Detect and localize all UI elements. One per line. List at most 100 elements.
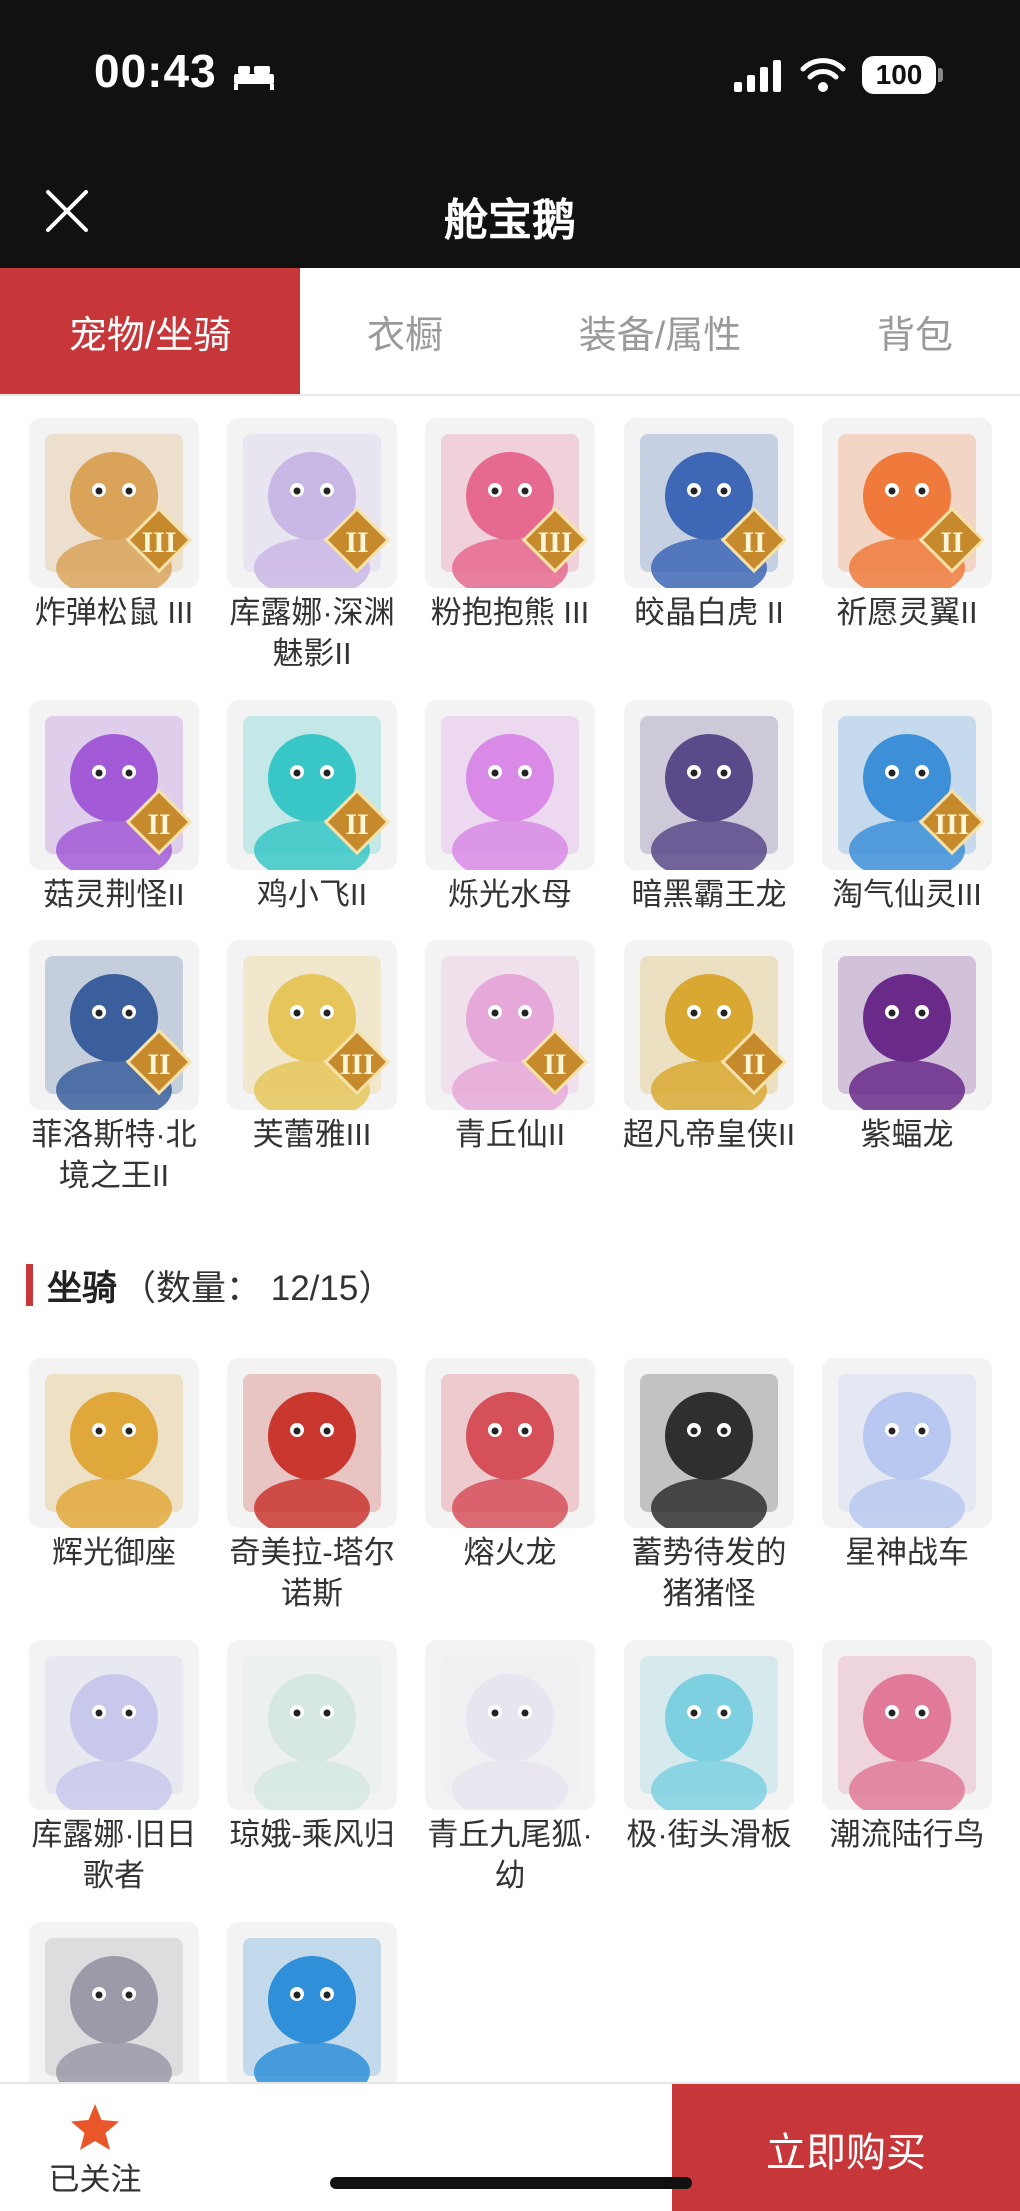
pet-thumbnail: II [227, 418, 397, 588]
character-portrait-icon: II [45, 716, 193, 870]
pet-thumbnail: II [425, 940, 595, 1110]
section-title: 坐骑 [47, 1268, 118, 1308]
character-portrait-icon [441, 1656, 579, 1810]
svg-text:II: II [940, 526, 963, 559]
page-title: 舱宝鹅 [444, 196, 576, 245]
pet-thumbnail: II [822, 418, 992, 588]
buy-now-button[interactable]: 立即购买 [672, 2084, 1020, 2211]
mount-name: 辉光御座 [52, 1535, 176, 1570]
pet-item[interactable]: II 鸡小飞II [224, 700, 400, 915]
pet-thumbnail [624, 700, 794, 870]
svg-text:III: III [934, 808, 969, 841]
character-portrait-icon [640, 1656, 778, 1810]
pet-thumbnail: II [29, 700, 199, 870]
character-portrait-icon [640, 1374, 778, 1528]
mount-name: 奇美拉-塔尔诺斯 [229, 1535, 395, 1611]
pet-item[interactable]: 烁光水母 [422, 700, 598, 915]
tab-equipment-attributes[interactable]: 装备/属性 [530, 268, 790, 394]
pet-item[interactable]: II 青丘仙II [422, 940, 598, 1155]
title-bar: 舱宝鹅 [0, 150, 1020, 268]
mount-name: 蓄势待发的猪猪怪 [631, 1535, 787, 1611]
mount-item[interactable]: 蓄势待发的猪猪怪 [621, 1358, 797, 1614]
section-count: （数量： 12/15） [121, 1268, 394, 1308]
mount-item[interactable]: 星神战车 [819, 1358, 995, 1573]
mount-name: 琼娥-乘风归 [229, 1817, 395, 1852]
pet-item[interactable]: III 粉抱抱熊 III [422, 418, 598, 633]
pet-name: 粉抱抱熊 III [430, 595, 590, 630]
pet-item[interactable]: II 超凡帝皇侠II [621, 940, 797, 1155]
mount-item[interactable] [224, 1922, 400, 2082]
character-portrait-icon [45, 1374, 183, 1528]
wifi-icon [800, 58, 846, 92]
star-icon [71, 2104, 119, 2150]
pet-item[interactable]: II 祈愿灵翼II [819, 418, 995, 633]
mount-thumbnail [624, 1640, 794, 1810]
tab-wardrobe[interactable]: 衣橱 [300, 268, 510, 394]
pet-name: 库露娜·深渊魅影II [229, 595, 395, 671]
pet-thumbnail: III [29, 418, 199, 588]
svg-text:II: II [147, 1048, 170, 1081]
character-portrait-icon [441, 1374, 579, 1528]
pet-name: 芙蕾雅III [252, 1117, 372, 1152]
mount-name: 库露娜·旧日歌者 [31, 1817, 197, 1893]
mount-item[interactable]: 奇美拉-塔尔诺斯 [224, 1358, 400, 1614]
character-portrait-icon: III [243, 956, 391, 1110]
tab-backpack[interactable]: 背包 [820, 268, 1010, 394]
follow-label: 已关注 [48, 2162, 142, 2197]
mount-item[interactable]: 极·街头滑板 [621, 1640, 797, 1855]
battery-indicator: 100 [862, 56, 936, 94]
character-portrait-icon: II [243, 716, 391, 870]
mount-thumbnail [822, 1358, 992, 1528]
pet-item[interactable]: II 皎晶白虎 II [621, 418, 797, 633]
character-portrait-icon [243, 1938, 381, 2082]
pet-name: 青丘仙II [454, 1117, 566, 1152]
pet-name: 超凡帝皇侠II [622, 1117, 796, 1152]
svg-text:II: II [147, 808, 170, 841]
svg-text:II: II [742, 526, 765, 559]
mount-item[interactable]: 潮流陆行鸟 [819, 1640, 995, 1855]
battery-level: 100 [875, 59, 923, 90]
character-portrait-icon: III [838, 716, 986, 870]
character-portrait-icon [45, 1656, 183, 1810]
pet-item[interactable]: II 菲洛斯特·北境之王II [26, 940, 202, 1196]
mount-name: 星神战车 [845, 1535, 969, 1570]
pet-item[interactable]: III 淘气仙灵III [819, 700, 995, 915]
pet-item[interactable]: III 芙蕾雅III [224, 940, 400, 1155]
mount-thumbnail [227, 1358, 397, 1528]
mount-item[interactable]: 库露娜·旧日歌者 [26, 1640, 202, 1896]
status-bar: 00:43 100 [0, 0, 1020, 150]
pet-item[interactable]: III 炸弹松鼠 III [26, 418, 202, 633]
pet-item[interactable]: 紫蝠龙 [819, 940, 995, 1155]
content-area: III 炸弹松鼠 III II 库露娜·深渊魅影II III 粉抱抱熊 III II 皎晶白虎… [0, 396, 1020, 2082]
pet-thumbnail: II [624, 418, 794, 588]
character-portrait-icon [838, 1656, 976, 1810]
cellular-signal-icon [734, 60, 781, 92]
follow-button[interactable]: 已关注 [30, 2102, 160, 2199]
svg-text:III: III [141, 526, 176, 559]
character-portrait-icon: II [640, 956, 788, 1110]
pet-item[interactable]: 暗黑霸王龙 [621, 700, 797, 915]
pet-thumbnail: III [227, 940, 397, 1110]
pet-name: 烁光水母 [448, 877, 572, 912]
pet-name: 紫蝠龙 [860, 1117, 954, 1152]
pet-item[interactable]: II 库露娜·深渊魅影II [224, 418, 400, 674]
pet-name: 祈愿灵翼II [836, 595, 978, 630]
pet-item[interactable]: II 菇灵荆怪II [26, 700, 202, 915]
character-portrait-icon [441, 716, 579, 870]
bed-icon [234, 66, 274, 90]
svg-text:II: II [345, 526, 368, 559]
bottom-bar: 已关注 立即购买 [0, 2082, 1020, 2211]
character-portrait-icon [45, 1938, 183, 2082]
mount-thumbnail [822, 1640, 992, 1810]
mount-item[interactable]: 青丘九尾狐·幼 [422, 1640, 598, 1896]
mount-item[interactable]: 琼娥-乘风归 [224, 1640, 400, 1855]
tab-pets-mounts[interactable]: 宠物/坐骑 [0, 268, 300, 394]
mount-item[interactable]: 辉光御座 [26, 1358, 202, 1573]
mount-item[interactable] [26, 1922, 202, 2082]
tab-bar: 宠物/坐骑 衣橱 装备/属性 背包 [0, 268, 1020, 396]
svg-text:II: II [345, 808, 368, 841]
mount-item[interactable]: 熔火龙 [422, 1358, 598, 1573]
mounts-section-header: 坐骑 （数量： 12/15） [26, 1262, 393, 1308]
section-accent-bar [26, 1264, 33, 1306]
pet-name: 皎晶白虎 II [634, 595, 784, 630]
